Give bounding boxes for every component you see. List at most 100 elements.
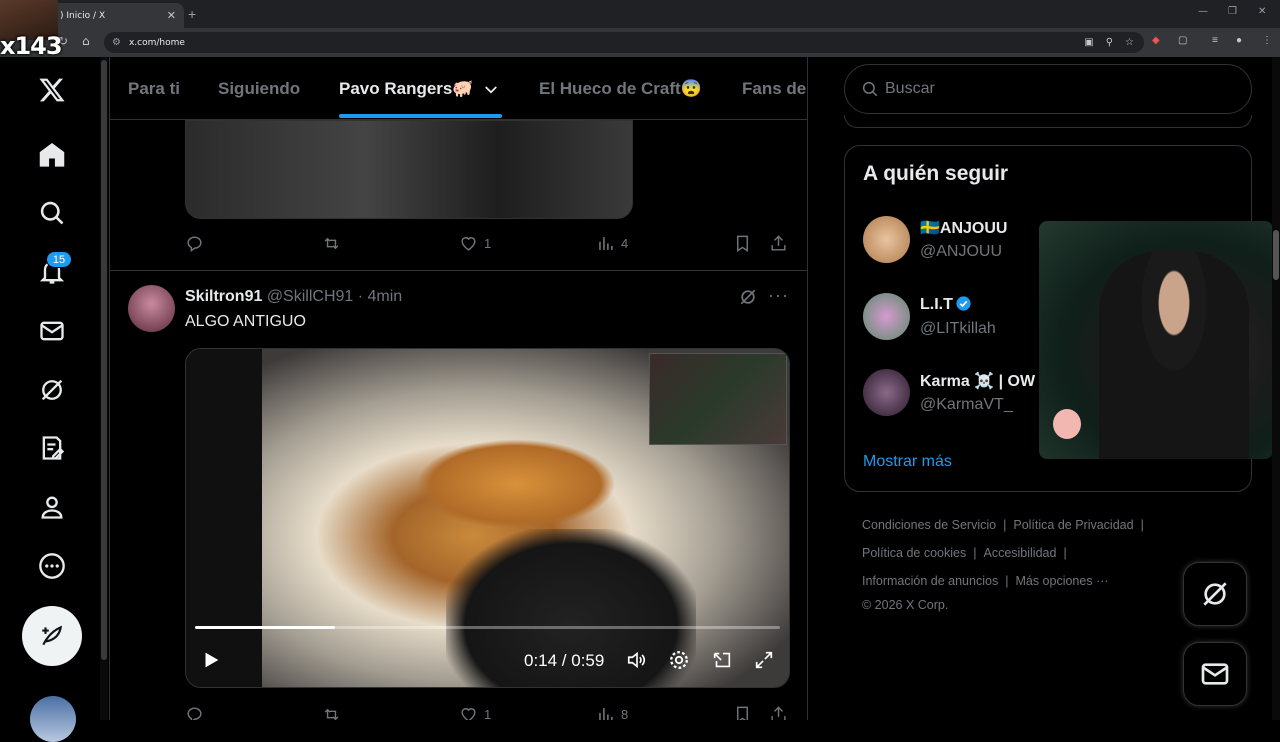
search-input[interactable]: Buscar xyxy=(844,64,1252,114)
zoom-icon[interactable]: ⚲ xyxy=(1106,37,1113,48)
heart-icon xyxy=(461,708,476,720)
post-more-icon[interactable]: ··· xyxy=(768,285,789,306)
cast-icon[interactable]: ▣ xyxy=(1084,37,1093,48)
volume-icon[interactable] xyxy=(626,649,648,676)
suggestion-avatar[interactable] xyxy=(863,369,910,416)
post-time[interactable]: · 4min xyxy=(358,288,402,305)
suggestion-avatar[interactable] xyxy=(863,216,910,263)
footer-link[interactable]: Información de anuncios xyxy=(862,574,998,588)
like-button[interactable]: 1 xyxy=(459,705,491,720)
browser-tab[interactable]: ) Inicio / X ✕ xyxy=(52,3,184,28)
chevron-down-icon[interactable] xyxy=(482,81,500,99)
video-progress-bar[interactable] xyxy=(195,626,780,629)
more-icon[interactable] xyxy=(36,550,68,582)
search-icon[interactable] xyxy=(36,197,68,229)
list-icon[interactable] xyxy=(36,432,68,464)
close-window-icon[interactable]: ✕ xyxy=(1258,6,1266,17)
grok-icon[interactable] xyxy=(36,374,68,406)
post-actions: 1 8 xyxy=(185,705,791,720)
share-icon[interactable] xyxy=(769,234,788,253)
tab-siguiendo[interactable]: Siguiendo xyxy=(218,79,300,99)
who-to-follow-title: A quién seguir xyxy=(863,162,1009,185)
new-tab-icon[interactable]: + xyxy=(188,6,196,22)
url-text: x.com/home xyxy=(128,37,185,48)
footer-link[interactable]: Condiciones de Servicio xyxy=(862,518,996,532)
grok-icon[interactable] xyxy=(738,287,758,307)
post-author-avatar[interactable] xyxy=(128,285,175,332)
x-logo-icon[interactable] xyxy=(36,74,68,106)
post-text: ALGO ANTIGUO xyxy=(185,313,306,330)
settings-gear-icon[interactable] xyxy=(668,649,690,676)
suggestion-avatar[interactable] xyxy=(863,293,910,340)
views-button[interactable]: 8 xyxy=(596,705,628,720)
bookmark-icon[interactable] xyxy=(733,234,752,253)
minimize-icon[interactable]: — xyxy=(1198,6,1208,17)
show-more-link[interactable]: Mostrar más xyxy=(863,453,952,471)
site-info-icon[interactable]: ⚙ xyxy=(112,37,121,48)
streamer-figure xyxy=(1099,251,1249,459)
home-icon[interactable] xyxy=(36,139,68,171)
profile-avatar-icon[interactable]: ● xyxy=(1236,35,1242,46)
suggestion-handle: @KarmaVT_ xyxy=(920,396,1013,413)
post-author-handle[interactable]: @SkillCH91 xyxy=(267,288,353,305)
views-count: 4 xyxy=(621,236,629,251)
tab-para-ti[interactable]: Para ti xyxy=(128,79,180,99)
extension-icon[interactable]: ◆ xyxy=(1152,35,1160,46)
tab-fans-de[interactable]: Fans de xyxy=(742,79,806,99)
post-header: Skiltron91 @SkillCH91 · 4min xyxy=(185,288,402,306)
share-icon[interactable] xyxy=(769,705,788,720)
like-button[interactable]: 1 xyxy=(459,234,491,253)
picture-in-picture-icon[interactable] xyxy=(711,649,733,676)
close-tab-icon[interactable]: ✕ xyxy=(167,9,176,22)
account-avatar[interactable] xyxy=(30,696,76,742)
grok-float-button[interactable] xyxy=(1183,562,1247,626)
maximize-icon[interactable]: ❐ xyxy=(1228,6,1237,17)
footer-link[interactable]: Más opciones ··· xyxy=(1015,574,1108,588)
left-scrollbar[interactable] xyxy=(101,60,107,660)
right-scrollbar[interactable] xyxy=(1273,230,1279,280)
tab-pavo-rangers[interactable]: Pavo Rangers🐖 xyxy=(339,79,474,99)
footer-link[interactable]: Política de cookies xyxy=(862,546,966,560)
verified-badge-icon xyxy=(956,296,971,311)
suggestion-name[interactable]: Karma ☠️ | OW xyxy=(920,371,1035,391)
compose-post-button[interactable] xyxy=(22,606,82,666)
fullscreen-icon[interactable] xyxy=(753,649,775,676)
repost-icon[interactable] xyxy=(322,705,341,720)
video-letterbox xyxy=(186,349,262,687)
pig-sticker xyxy=(1053,409,1081,439)
messages-float-button[interactable] xyxy=(1183,642,1247,706)
post-divider xyxy=(110,270,807,271)
post-video[interactable]: 0:14 / 0:59 xyxy=(185,348,790,688)
mail-icon xyxy=(1201,663,1229,685)
views-count: 8 xyxy=(621,707,629,720)
browser-menu-icon[interactable]: ⋮ xyxy=(1262,35,1272,46)
media-control-icon[interactable]: ≡ xyxy=(1212,35,1218,46)
bookmark-star-icon[interactable]: ☆ xyxy=(1125,37,1134,48)
reply-icon[interactable] xyxy=(185,234,204,253)
active-tab-indicator xyxy=(339,114,502,118)
footer-line: Información de anuncios | Más opciones ··· xyxy=(862,574,1109,588)
reply-icon[interactable] xyxy=(185,705,204,720)
suggestion-name-row[interactable]: L.I.T xyxy=(920,295,972,314)
mail-icon[interactable] xyxy=(36,315,68,347)
play-icon[interactable] xyxy=(200,649,222,676)
bookmark-icon[interactable] xyxy=(733,705,752,720)
footer-link[interactable]: Accesibilidad xyxy=(983,546,1056,560)
post-author-name[interactable]: Skiltron91 xyxy=(185,288,262,305)
analytics-icon xyxy=(599,237,613,250)
address-bar[interactable]: ⚙ x.com/home ▣ ⚲ ☆ xyxy=(104,32,1144,53)
views-button[interactable]: 4 xyxy=(596,234,628,253)
tab-hueco-de-craft[interactable]: El Hueco de Craft😨 xyxy=(539,79,702,99)
streamer-webcam-overlay xyxy=(1039,221,1273,459)
footer-link[interactable]: Política de Privacidad xyxy=(1013,518,1133,532)
extensions-puzzle-icon[interactable]: ▢ xyxy=(1178,35,1187,46)
video-time: 0:14 / 0:59 xyxy=(524,651,605,670)
video-progress-fill xyxy=(195,626,336,629)
profile-icon[interactable] xyxy=(36,491,68,523)
home-browser-icon[interactable]: ⌂ xyxy=(82,34,90,48)
footer-line: Condiciones de Servicio | Política de Priv… xyxy=(862,518,1144,532)
previous-post-media[interactable] xyxy=(185,120,633,219)
repost-icon[interactable] xyxy=(322,234,341,253)
suggestion-name[interactable]: 🇸🇪ANJOUU xyxy=(920,218,1007,238)
feather-plus-icon xyxy=(42,625,63,646)
